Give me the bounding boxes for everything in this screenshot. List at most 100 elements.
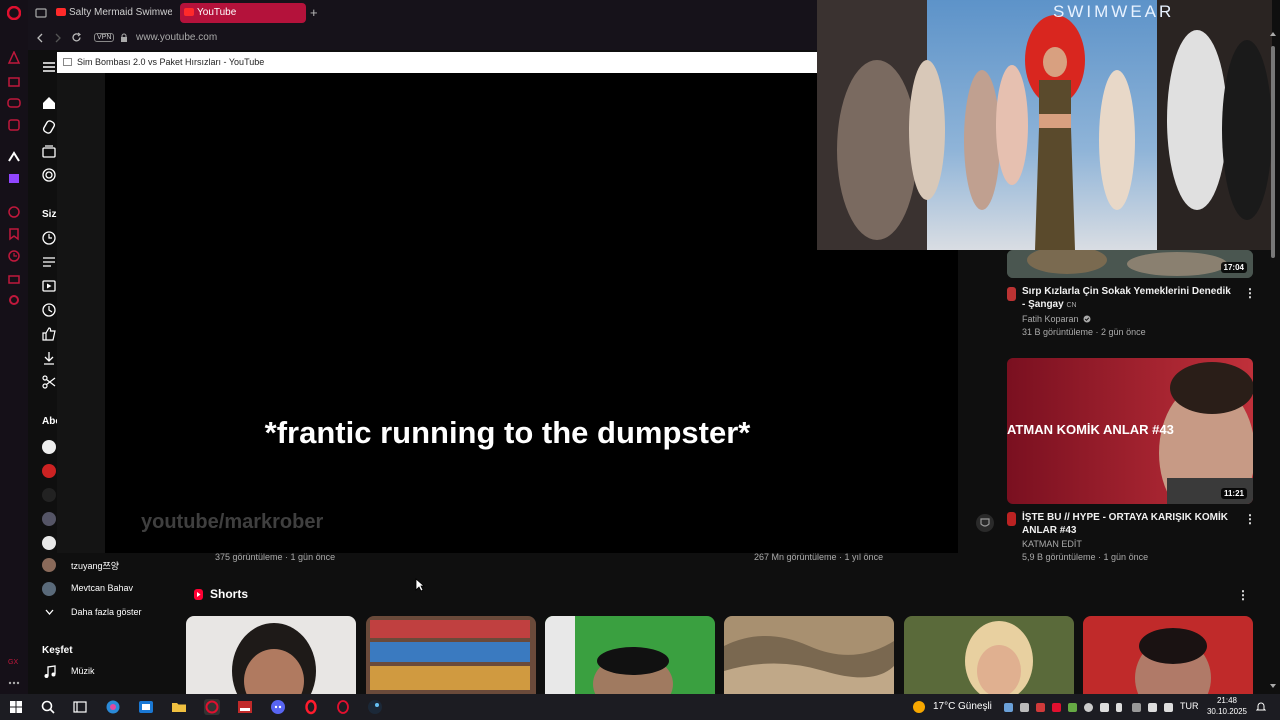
back-icon[interactable] xyxy=(36,33,44,43)
recommendation-title[interactable]: İŞTE BU // HYPE - ORTAYA KARIŞIK KOMİK A… xyxy=(1022,511,1234,537)
history-icon[interactable] xyxy=(42,231,56,245)
target-icon[interactable] xyxy=(42,168,56,182)
avatar xyxy=(42,558,56,572)
opera-logo-icon[interactable] xyxy=(7,6,21,20)
short-thumbnail[interactable] xyxy=(366,616,536,694)
search-icon[interactable] xyxy=(40,699,56,715)
settings-gear-icon[interactable] xyxy=(7,293,21,307)
weather-sun-icon[interactable] xyxy=(911,699,927,715)
player-icon[interactable] xyxy=(7,205,21,219)
weather-description[interactable]: Güneşli xyxy=(958,701,992,712)
short-thumbnail[interactable] xyxy=(724,616,894,694)
video-meta: 267 Mn görüntüleme · 1 yıl önce xyxy=(754,552,884,562)
discord-icon[interactable] xyxy=(7,96,21,110)
aria-icon[interactable] xyxy=(7,51,21,65)
tray-app-icon[interactable] xyxy=(1068,703,1077,712)
tray-app-icon[interactable] xyxy=(1036,703,1045,712)
shopping-icon[interactable] xyxy=(7,74,21,88)
network-globe-icon[interactable] xyxy=(1084,703,1093,712)
playlists-icon[interactable] xyxy=(42,255,56,269)
channel-name-text: Fatih Koparan xyxy=(1022,314,1079,324)
pip-brand-text: SWIMWEAR xyxy=(1053,2,1175,21)
clock-time[interactable]: 21:48 xyxy=(1204,696,1250,705)
steam-icon[interactable] xyxy=(367,699,383,715)
opera-sidebar: GX xyxy=(0,0,28,694)
more-options-icon[interactable]: ⋮ xyxy=(1244,286,1256,300)
vpn-badge[interactable]: VPN xyxy=(94,33,115,42)
short-thumbnail[interactable] xyxy=(186,616,356,694)
forward-icon[interactable] xyxy=(54,33,62,43)
section-you-label[interactable]: Siz xyxy=(42,209,56,220)
opera-gx-taskbar-icon[interactable] xyxy=(204,699,220,715)
more-dots-icon[interactable] xyxy=(7,676,21,690)
home-icon[interactable] xyxy=(42,96,56,110)
picture-in-picture-window[interactable]: SWIMWEAR xyxy=(817,0,1272,250)
file-explorer-icon[interactable] xyxy=(171,699,187,715)
opera-gx-taskbar-icon-2[interactable] xyxy=(335,699,351,715)
video-duration: 11:21 xyxy=(1220,488,1247,499)
video-badge-icon[interactable] xyxy=(976,514,994,532)
task-view-icon[interactable] xyxy=(72,699,88,715)
tab-youtube[interactable]: YouTube xyxy=(180,3,306,23)
tray-app-icon[interactable] xyxy=(1132,703,1141,712)
channel-name[interactable]: Fatih Koparan xyxy=(1022,314,1091,324)
your-videos-icon[interactable] xyxy=(42,279,56,293)
opera-taskbar-icon[interactable] xyxy=(303,699,319,715)
url-field[interactable]: www.youtube.com xyxy=(136,32,217,43)
liked-videos-icon[interactable] xyxy=(42,327,56,341)
recommendation-thumbnail[interactable]: 17:04 xyxy=(1007,250,1253,278)
outlook-icon[interactable] xyxy=(138,699,154,715)
recommendation-thumbnail[interactable]: ATMAN KOMİK ANLAR #43 11:21 xyxy=(1007,358,1253,504)
game-app-icon[interactable] xyxy=(237,699,253,715)
reload-icon[interactable] xyxy=(71,32,82,43)
tray-app-icon[interactable] xyxy=(1020,703,1029,712)
clips-scissors-icon[interactable] xyxy=(42,375,56,389)
tab-salty-mermaid[interactable]: Salty Mermaid Swimwea xyxy=(52,3,172,23)
bookmarks-icon[interactable] xyxy=(7,227,21,241)
volume-icon[interactable] xyxy=(1164,703,1173,712)
page-scrollbar[interactable] xyxy=(1268,26,1278,694)
downloads-icon[interactable] xyxy=(42,351,56,365)
copilot-icon[interactable] xyxy=(105,699,121,715)
recommendation-title[interactable]: Sırp Kızlarla Çin Sokak Yemeklerini Dene… xyxy=(1022,285,1234,312)
clock-date[interactable]: 30.10.2025 xyxy=(1204,707,1250,716)
short-thumbnail[interactable] xyxy=(904,616,1074,694)
video-watermark: youtube/markrober xyxy=(141,511,324,533)
miniplayer-title-bar[interactable]: Sim Bombası 2.0 vs Paket Hırsızları - Yo… xyxy=(57,52,817,73)
more-options-icon[interactable]: ⋮ xyxy=(1244,512,1256,526)
notifications-icon[interactable] xyxy=(1256,702,1266,712)
short-thumbnail[interactable] xyxy=(545,616,715,694)
avatar xyxy=(42,440,56,454)
watch-later-icon[interactable] xyxy=(42,303,56,317)
microphone-icon[interactable] xyxy=(1116,703,1122,712)
thumbnail-image xyxy=(1007,250,1253,278)
hamburger-menu-icon[interactable] xyxy=(42,60,56,74)
keyboard-language[interactable]: TUR xyxy=(1180,701,1199,711)
tray-app-icon[interactable] xyxy=(1052,703,1061,712)
shorts-more-options-icon[interactable]: ⋮ xyxy=(1237,588,1249,602)
tray-app-icon[interactable] xyxy=(1004,703,1013,712)
shorts-icon[interactable] xyxy=(42,120,56,134)
vk-icon[interactable] xyxy=(7,150,21,164)
short-thumbnail[interactable] xyxy=(1083,616,1253,694)
shorts-title: Shorts xyxy=(210,587,249,601)
twitch-icon[interactable] xyxy=(7,172,21,186)
lock-icon[interactable] xyxy=(120,33,128,43)
short-image xyxy=(724,616,894,694)
channel-avatar[interactable] xyxy=(1007,512,1016,526)
tab-menu-icon[interactable] xyxy=(35,7,47,19)
miniplayer-title: Sim Bombası 2.0 vs Paket Hırsızları - Yo… xyxy=(77,57,265,67)
gx-logo-icon[interactable]: GX xyxy=(7,654,21,668)
weather-temperature[interactable]: 17°C xyxy=(933,701,955,712)
gx-corner-icon[interactable] xyxy=(7,118,21,132)
network-icon[interactable] xyxy=(1148,703,1157,712)
discord-taskbar-icon[interactable] xyxy=(270,699,286,715)
tray-app-icon[interactable] xyxy=(1100,703,1109,712)
windows-start-icon[interactable] xyxy=(8,699,24,715)
channel-name[interactable]: KATMAN EDİT xyxy=(1022,539,1082,549)
new-tab-button[interactable]: + xyxy=(310,5,318,20)
extensions-icon[interactable] xyxy=(7,271,21,285)
subscriptions-icon[interactable] xyxy=(42,144,56,158)
channel-avatar[interactable] xyxy=(1007,287,1016,301)
history-icon[interactable] xyxy=(7,249,21,263)
